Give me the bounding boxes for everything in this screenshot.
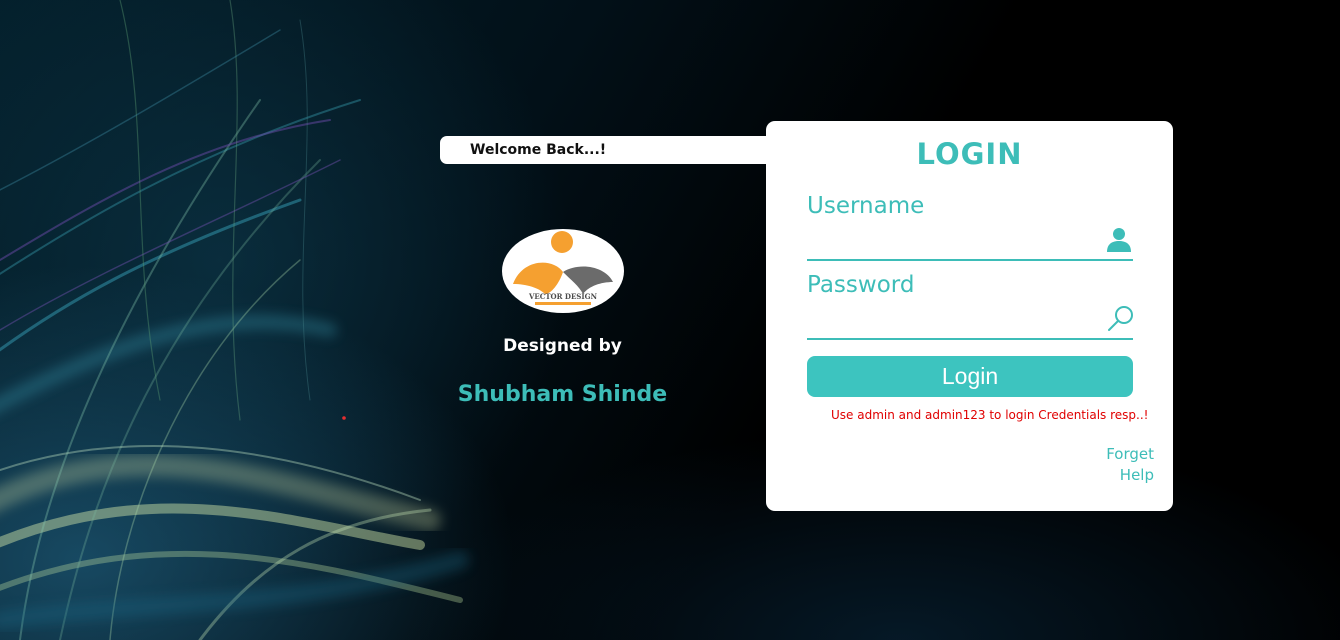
forget-link[interactable]: Forget bbox=[1106, 445, 1154, 463]
username-label: Username bbox=[807, 193, 925, 219]
user-icon bbox=[1107, 228, 1131, 252]
help-link[interactable]: Help bbox=[1120, 466, 1154, 484]
welcome-text: Welcome Back...! bbox=[470, 142, 607, 158]
brand-panel: VECTOR DESIGN Designed by Shubham Shinde bbox=[440, 228, 685, 407]
login-title: LOGIN bbox=[916, 137, 1023, 171]
credentials-hint: Use admin and admin123 to login Credenti… bbox=[831, 408, 1149, 422]
search-icon bbox=[1108, 306, 1133, 331]
login-button[interactable]: Login bbox=[807, 356, 1133, 397]
logo-text: VECTOR DESIGN bbox=[527, 292, 597, 301]
vector-design-logo: VECTOR DESIGN bbox=[501, 229, 624, 313]
username-input[interactable] bbox=[807, 231, 1133, 261]
author-name: Shubham Shinde bbox=[457, 382, 668, 407]
login-card: LOGIN Username Password Login Use admin … bbox=[766, 121, 1173, 511]
password-label: Password bbox=[807, 272, 915, 298]
welcome-banner: Welcome Back...! bbox=[440, 136, 780, 164]
password-input[interactable] bbox=[807, 310, 1133, 340]
designed-by-label: Designed by bbox=[503, 336, 622, 356]
